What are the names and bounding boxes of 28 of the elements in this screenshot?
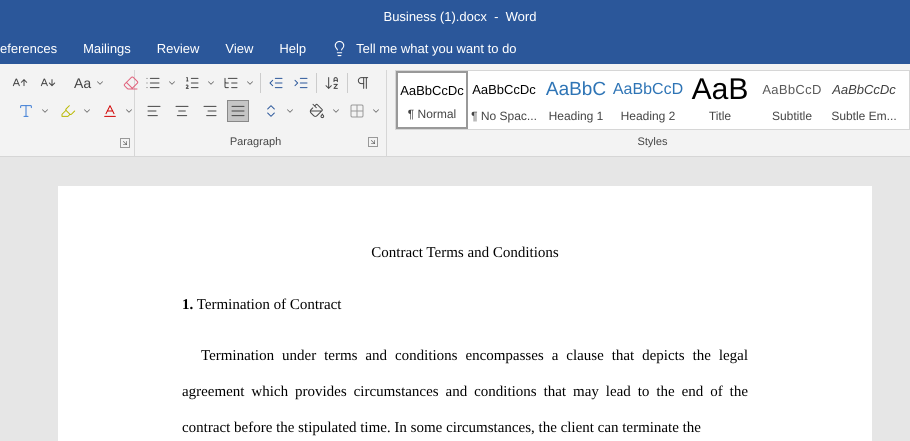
ribbon-tab[interactable]: Help <box>266 33 320 64</box>
dialog-launcher-icon[interactable] <box>368 136 378 147</box>
align-button[interactable] <box>227 100 249 122</box>
tell-me-field[interactable]: Tell me what you want to do <box>356 38 556 58</box>
align-center-icon <box>174 103 190 119</box>
body-paragraph: Termination under terms and conditions encompasses a clause that depicts the legal agreement which provides circumstances and conditions that may lead to the end of the contract before the stipulated time. In some circumstances, the client can terminate the <box>182 347 748 438</box>
style-item[interactable]: AaBbCcD Heading 2 <box>612 71 684 129</box>
ribbon-tab[interactable]: eferences <box>0 33 70 64</box>
document-title: Contract Terms and Conditions <box>370 244 560 263</box>
style-item[interactable]: AaBbC Heading 1 <box>540 71 612 129</box>
ribbon-tab[interactable]: View <box>212 33 266 64</box>
change-case-button[interactable]: Aa <box>74 72 92 94</box>
window-title: Business (1).docx - Word <box>384 8 536 26</box>
shading-icon[interactable] <box>307 101 327 121</box>
align-left-icon <box>146 103 162 119</box>
align-right-icon <box>202 103 218 119</box>
style-item[interactable]: AaBbCcDc ¶ Normal <box>396 71 468 129</box>
style-item[interactable]: AaBbCcDc Subtle Em... <box>828 71 900 129</box>
ribbon-tab[interactable]: Review <box>144 33 212 64</box>
section-heading: 1. Termination of Contract <box>182 296 342 314</box>
align-justify-icon <box>230 103 246 119</box>
style-item[interactable]: AaBbCcDc ¶ No Spac... <box>468 71 540 129</box>
ribbon-tab[interactable]: Mailings <box>70 33 144 64</box>
style-item[interactable]: AaBbCcD Subtitle <box>756 71 828 129</box>
group-label: Styles <box>636 134 668 150</box>
style-item[interactable]: AaB Title <box>684 71 756 129</box>
dialog-launcher-icon[interactable] <box>120 138 130 148</box>
group-label: Paragraph <box>228 134 282 150</box>
